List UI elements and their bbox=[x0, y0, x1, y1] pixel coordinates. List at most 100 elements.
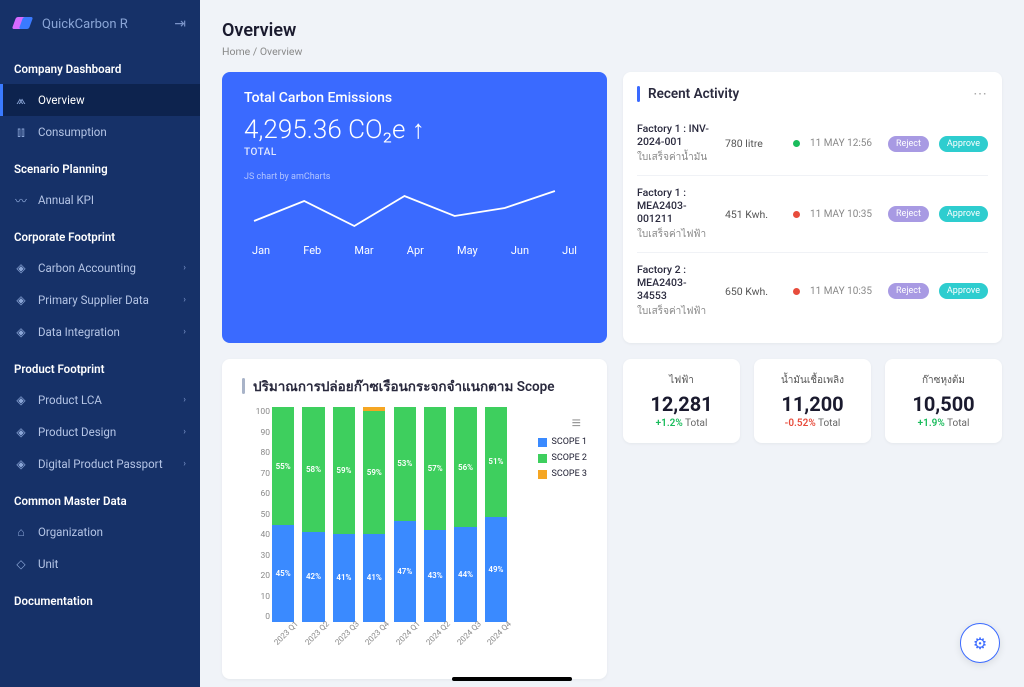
sidebar-item-label: Product Design bbox=[38, 425, 116, 439]
activity-row: Factory 2 : MEA2403-34553 ใบเสร็จค่าไฟฟ้า… bbox=[637, 253, 988, 329]
sidebar-item-product-design[interactable]: ◈ Product Design › bbox=[0, 416, 200, 448]
activity-row: Factory 1 : MEA2403-001211ใบเสร็จค่าไฟฟ้… bbox=[637, 176, 988, 253]
stat-value: 12,281 bbox=[633, 392, 730, 416]
status-dot bbox=[793, 288, 800, 295]
approve-button[interactable]: Approve bbox=[939, 136, 988, 152]
bar: 55%45%2023 Q1 bbox=[272, 407, 294, 622]
section-corporate: Corporate Footprint bbox=[0, 216, 200, 252]
section-product: Product Footprint bbox=[0, 348, 200, 384]
settings-fab[interactable]: ⚙ bbox=[960, 623, 1000, 663]
sidebar-item-label: Annual KPI bbox=[38, 193, 94, 207]
approve-button[interactable]: Approve bbox=[939, 283, 988, 299]
sidebar-item-label: Data Integration bbox=[38, 325, 120, 339]
breadcrumb-home[interactable]: Home bbox=[222, 45, 250, 58]
chart-attribution: JS chart by amCharts bbox=[244, 172, 585, 182]
sidebar-item-label: Organization bbox=[38, 525, 103, 539]
status-dot bbox=[793, 140, 800, 147]
gear-icon: ⚙ bbox=[973, 634, 987, 653]
chevron-right-icon: › bbox=[183, 263, 186, 273]
emissions-value: 4,295.36 CO₂e ↑ bbox=[244, 114, 585, 145]
scope-title: ปริมาณการปล่อยก๊าซเรือนกระจกจำแนกตาม Sco… bbox=[253, 375, 555, 397]
stat-label: ไฟฟ้า bbox=[633, 373, 730, 388]
chevron-right-icon: › bbox=[183, 459, 186, 469]
hamburger-icon[interactable]: ≡ bbox=[572, 413, 581, 433]
activity-date: 11 MAY 10:35 bbox=[810, 286, 878, 297]
page-title: Overview bbox=[222, 20, 1002, 41]
stat-value: 11,200 bbox=[764, 392, 861, 416]
activity-amount: 451 Kwh. bbox=[725, 208, 783, 221]
sidebar-item-primary-supplier[interactable]: ◈ Primary Supplier Data › bbox=[0, 284, 200, 316]
sidebar-item-label: Overview bbox=[38, 93, 85, 107]
tag-icon: ◇ bbox=[14, 557, 28, 571]
sidebar-item-organization[interactable]: ⌂ Organization bbox=[0, 516, 200, 548]
scope-bar-chart: ≡ 1009080706050403020100 55%45%2023 Q158… bbox=[242, 407, 587, 667]
card-recent-activity: Recent Activity ⋯ Factory 1 : INV-2024-0… bbox=[623, 72, 1002, 343]
section-documentation: Documentation bbox=[0, 580, 200, 616]
breadcrumb-current: Overview bbox=[260, 45, 303, 58]
home-icon: ⌂ bbox=[14, 525, 28, 539]
main-content: Overview Home / Overview Total Carbon Em… bbox=[200, 0, 1024, 687]
section-scenario: Scenario Planning bbox=[0, 148, 200, 184]
sidebar-item-label: Consumption bbox=[38, 125, 107, 139]
sidebar-item-overview[interactable]: ⩕ Overview bbox=[0, 84, 200, 116]
sidebar-item-label: Digital Product Passport bbox=[38, 457, 163, 471]
sidebar-item-annual-kpi[interactable]: 〰 Annual KPI bbox=[0, 184, 200, 216]
activity-title: Recent Activity bbox=[648, 86, 739, 102]
layers-icon: ◈ bbox=[14, 261, 28, 275]
brand-name: QuickCarbon R bbox=[42, 17, 128, 32]
bar: 59%41%2023 Q4 bbox=[363, 407, 385, 622]
bar: 59%41%2023 Q3 bbox=[333, 407, 355, 622]
layers-icon: ◈ bbox=[14, 425, 28, 439]
stat-delta: -0.52% Total bbox=[764, 418, 861, 429]
month-label: Jun bbox=[511, 244, 529, 257]
status-dot bbox=[793, 211, 800, 218]
activity-date: 11 MAY 10:35 bbox=[810, 209, 878, 220]
month-label: Feb bbox=[303, 244, 321, 257]
activity-subtitle: ใบเสร็จค่าไฟฟ้า bbox=[637, 304, 715, 319]
emissions-sub: TOTAL bbox=[244, 147, 585, 158]
sidebar-item-consumption[interactable]: ⫾⫾ Consumption bbox=[0, 116, 200, 148]
activity-title-line: Factory 2 : MEA2403-34553 bbox=[637, 263, 715, 302]
reject-button[interactable]: Reject bbox=[888, 283, 929, 299]
reject-button[interactable]: Reject bbox=[888, 136, 929, 152]
bar: 56%44%2024 Q3 bbox=[454, 407, 476, 622]
sidebar-item-carbon-accounting[interactable]: ◈ Carbon Accounting › bbox=[0, 252, 200, 284]
menu-toggle-icon[interactable]: ⇥ bbox=[174, 16, 186, 32]
sidebar-item-label: Product LCA bbox=[38, 393, 102, 407]
section-master: Common Master Data bbox=[0, 480, 200, 516]
layers-icon: ◈ bbox=[14, 325, 28, 339]
month-label: Apr bbox=[407, 244, 424, 257]
stat-card: ก๊าซหุงต้ม 10,500 +1.9% Total bbox=[885, 359, 1002, 443]
activity-date: 11 MAY 12:56 bbox=[810, 138, 878, 149]
stat-card: น้ำมันเชื้อเพลิง 11,200 -0.52% Total bbox=[754, 359, 871, 443]
stat-card: ไฟฟ้า 12,281 +1.2% Total bbox=[623, 359, 740, 443]
reject-button[interactable]: Reject bbox=[888, 206, 929, 222]
layers-icon: ◈ bbox=[14, 293, 28, 307]
bar: 57%43%2024 Q2 bbox=[424, 407, 446, 622]
home-indicator bbox=[452, 677, 572, 681]
activity-title-line: Factory 1 : INV-2024-001 bbox=[637, 122, 715, 148]
sidebar-item-data-integration[interactable]: ◈ Data Integration › bbox=[0, 316, 200, 348]
more-icon[interactable]: ⋯ bbox=[973, 86, 988, 102]
logo-icon bbox=[14, 17, 34, 31]
sidebar-item-dpp[interactable]: ◈ Digital Product Passport › bbox=[0, 448, 200, 480]
sidebar-item-product-lca[interactable]: ◈ Product LCA › bbox=[0, 384, 200, 416]
chevron-right-icon: › bbox=[183, 295, 186, 305]
sidebar-item-label: Unit bbox=[38, 557, 58, 571]
card-scope-breakdown: ปริมาณการปล่อยก๊าซเรือนกระจกจำแนกตาม Sco… bbox=[222, 359, 607, 679]
brand: QuickCarbon R ⇥ bbox=[0, 0, 200, 48]
activity-row: Factory 1 : INV-2024-001ใบเสร็จค่าน้ำมัน… bbox=[637, 112, 988, 176]
stat-label: ก๊าซหุงต้ม bbox=[895, 373, 992, 388]
activity-amount: 650 Kwh. bbox=[725, 285, 783, 298]
bar: 58%42%2023 Q2 bbox=[302, 407, 324, 622]
layers-icon: ◈ bbox=[14, 457, 28, 471]
chevron-right-icon: › bbox=[183, 327, 186, 337]
bar: 53%47%2024 Q1 bbox=[394, 407, 416, 622]
stat-value: 10,500 bbox=[895, 392, 992, 416]
emissions-title: Total Carbon Emissions bbox=[244, 90, 585, 106]
pulse-icon: ⩕ bbox=[14, 93, 28, 107]
month-label: Jul bbox=[562, 244, 577, 257]
stat-delta: +1.2% Total bbox=[633, 418, 730, 429]
sidebar-item-unit[interactable]: ◇ Unit bbox=[0, 548, 200, 580]
approve-button[interactable]: Approve bbox=[939, 206, 988, 222]
